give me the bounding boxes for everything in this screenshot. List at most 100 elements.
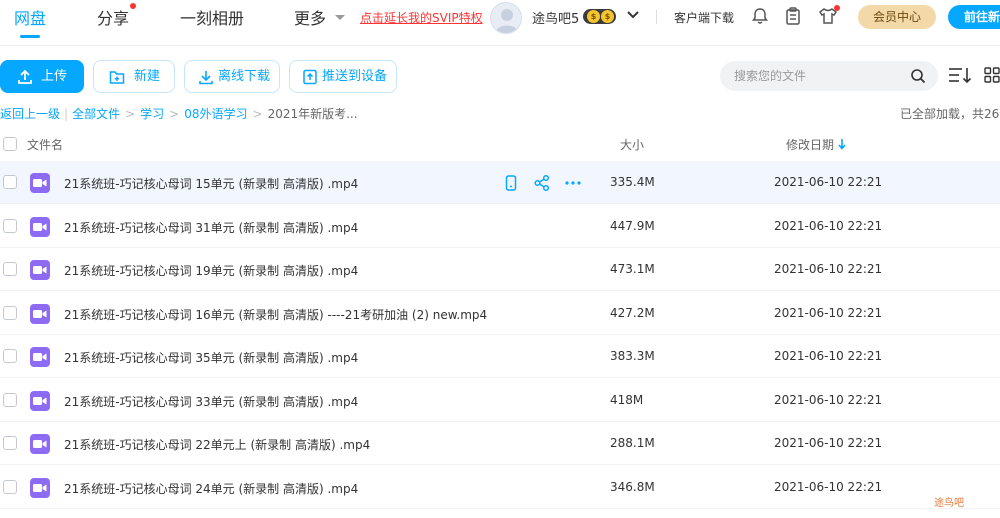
column-size-header[interactable]: 大小	[620, 136, 644, 153]
tab-netdisk[interactable]: 网盘	[14, 5, 46, 29]
file-date: 2021-06-10 22:21	[774, 479, 883, 494]
search-input[interactable]	[720, 61, 938, 91]
upload-icon	[18, 69, 32, 84]
video-file-icon	[30, 434, 50, 454]
video-file-icon	[30, 347, 50, 367]
file-name[interactable]: 21系统班-巧记核心母词 15单元 (新录制 高清版) .mp4	[64, 175, 358, 192]
table-row[interactable]: 21系统班-巧记核心母词 31单元 (新录制 高清版) .mp4 447.9M 20…	[0, 205, 1000, 248]
tab-share[interactable]: 分享	[97, 5, 129, 29]
file-date: 2021-06-10 22:21	[774, 175, 883, 189]
table-row[interactable]: 21系统班-巧记核心母词 16单元 (新录制 高清版) ----21考研加油 (…	[0, 292, 1000, 335]
breadcrumb-current-folder: 2021年新版考...	[267, 107, 358, 121]
video-file-icon	[30, 260, 50, 280]
table-row[interactable]: 21系统班-巧记核心母词 35单元 (新录制 高清版) .mp4 383.3M 20…	[0, 335, 1000, 378]
search-icon[interactable]	[910, 68, 926, 84]
table-row[interactable]: 21系统班-巧记核心母词 19单元 (新录制 高清版) .mp4 473.1M 20…	[0, 248, 1000, 291]
grid-view-icon[interactable]	[984, 67, 1000, 83]
file-size: 418M	[610, 392, 644, 407]
clipboard-icon[interactable]	[783, 6, 803, 26]
svip-promo-link[interactable]: 点击延长我的SVIP特权	[360, 9, 483, 26]
row-checkbox[interactable]	[3, 305, 17, 320]
sort-list-icon[interactable]	[948, 66, 972, 86]
video-file-icon	[30, 303, 50, 324]
chevron-down-icon[interactable]	[626, 10, 640, 20]
active-tab-indicator	[20, 35, 40, 38]
top-nav: 网盘 分享 一刻相册 更多 点击延长我的SVIP特权 途鸟吧5 $ $ 客户端下…	[0, 0, 1000, 46]
share-icon[interactable]	[533, 174, 551, 192]
level-badge-icon: $	[601, 10, 614, 23]
watermark: 途鸟吧	[934, 498, 964, 509]
offline-download-button[interactable]: 离线下载	[184, 60, 280, 93]
go-new-version-button[interactable]: 前往新	[948, 5, 1000, 29]
row-checkbox[interactable]	[3, 349, 17, 363]
member-center-button[interactable]: 会员中心	[858, 5, 936, 29]
file-date: 2021-06-10 22:21	[774, 262, 883, 276]
more-options-icon[interactable]	[564, 174, 582, 192]
row-checkbox[interactable]	[3, 479, 17, 494]
tab-moment-album[interactable]: 一刻相册	[180, 5, 244, 29]
file-date: 2021-06-10 22:21	[774, 349, 883, 363]
table-row[interactable]: 21系统班-巧记核心母词 15单元 (新录制 高清版) .mp4 335.4M 20…	[0, 161, 1000, 204]
row-checkbox[interactable]	[3, 392, 17, 407]
client-download-link[interactable]: 客户端下载	[674, 9, 734, 26]
breadcrumb-divider: |	[64, 107, 69, 121]
table-header: 文件名 大小 修改日期	[0, 128, 1000, 160]
file-date: 2021-06-10 22:21	[774, 218, 883, 233]
skin-notification-dot	[834, 5, 840, 11]
file-name[interactable]: 21系统班-巧记核心母词 19单元 (新录制 高清版) .mp4	[64, 262, 358, 279]
row-checkbox[interactable]	[3, 175, 17, 189]
table-row[interactable]: 21系统班-巧记核心母词 33单元 (新录制 高清版) .mp4 418M 2021…	[0, 379, 1000, 422]
upload-label: 上传	[41, 69, 68, 84]
upload-button[interactable]: 上传	[0, 60, 84, 93]
column-date-header[interactable]: 修改日期	[786, 136, 834, 153]
file-size: 346.8M	[610, 479, 655, 494]
sort-desc-arrow-icon[interactable]	[838, 138, 846, 150]
table-row[interactable]: 21系统班-巧记核心母词 24单元 (新录制 高清版) .mp4 346.8M 20…	[0, 466, 1000, 509]
file-name[interactable]: 21系统班-巧记核心母词 22单元上 (新录制 高清版) .mp4	[64, 436, 370, 453]
download-icon	[199, 71, 213, 85]
breadcrumb-foreign-language[interactable]: 08外语学习	[184, 105, 247, 122]
file-size: 288.1M	[610, 436, 655, 450]
select-all-checkbox[interactable]	[3, 137, 17, 151]
more-caret-icon[interactable]	[334, 14, 346, 22]
file-name[interactable]: 21系统班-巧记核心母词 16单元 (新录制 高清版) ----21考研加油 (…	[64, 306, 487, 323]
file-name[interactable]: 21系统班-巧记核心母词 24单元 (新录制 高清版) .mp4	[64, 480, 358, 497]
table-row[interactable]: 21系统班-巧记核心母词 22单元上 (新录制 高清版) .mp4 288.1M 2…	[0, 422, 1000, 465]
share-notification-dot	[130, 3, 136, 9]
username[interactable]: 途鸟吧5	[532, 8, 579, 27]
file-date: 2021-06-10 22:21	[774, 305, 883, 320]
tab-more[interactable]: 更多	[294, 5, 326, 29]
file-name[interactable]: 21系统班-巧记核心母词 31单元 (新录制 高清版) .mp4	[64, 219, 358, 236]
send-to-phone-icon[interactable]	[502, 174, 520, 192]
column-name-header[interactable]: 文件名	[27, 136, 63, 153]
breadcrumb: 返回上一级 | 全部文件 > 学习 >08外语学习 >2021年新版考...	[0, 105, 358, 122]
loaded-status: 已全部加载，共26个	[900, 107, 1000, 121]
video-file-icon	[30, 173, 50, 193]
file-name[interactable]: 21系统班-巧记核心母词 35单元 (新录制 高清版) .mp4	[64, 349, 358, 366]
breadcrumb-separator: >	[169, 107, 180, 121]
file-size: 427.2M	[610, 305, 655, 320]
new-folder-icon	[109, 71, 125, 84]
avatar[interactable]	[490, 2, 522, 34]
file-size: 473.1M	[610, 262, 655, 276]
video-file-icon	[30, 477, 50, 498]
breadcrumb-separator: >	[125, 107, 136, 121]
video-file-icon	[30, 216, 50, 237]
new-folder-button[interactable]: 新建	[93, 60, 175, 93]
breadcrumb-all-files[interactable]: 全部文件	[72, 105, 120, 122]
row-checkbox[interactable]	[3, 436, 17, 450]
bell-icon[interactable]	[750, 6, 770, 26]
push-device-icon	[303, 69, 317, 85]
back-link[interactable]: 返回上一级	[0, 105, 60, 122]
nav-divider	[656, 10, 657, 24]
row-checkbox[interactable]	[3, 262, 17, 276]
breadcrumb-separator: >	[252, 107, 263, 121]
new-folder-label: 新建	[134, 69, 161, 84]
file-name[interactable]: 21系统班-巧记核心母词 33单元 (新录制 高清版) .mp4	[64, 393, 358, 410]
file-size: 383.3M	[610, 349, 655, 363]
file-date: 2021-06-10 22:21	[774, 392, 883, 407]
push-to-device-button[interactable]: 推送到设备	[289, 60, 397, 93]
breadcrumb-study[interactable]: 学习	[140, 105, 164, 122]
row-checkbox[interactable]	[3, 218, 17, 233]
svip-badge-icon: $	[587, 10, 600, 23]
